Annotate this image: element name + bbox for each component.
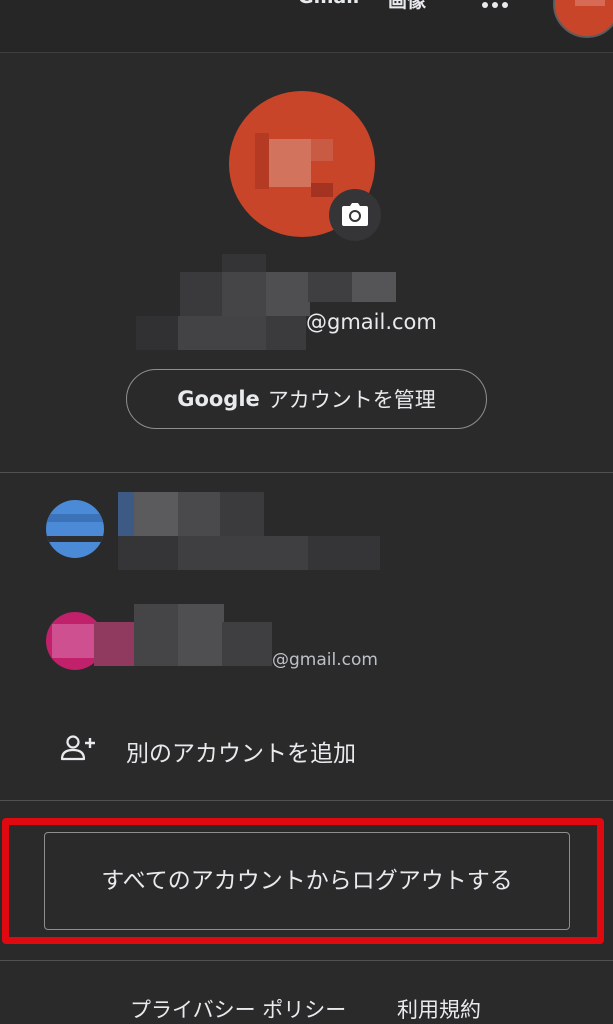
gmail-link[interactable]: Gmail [298,0,359,8]
images-link[interactable]: 画像 [388,0,426,13]
privacy-policy-link[interactable]: プライバシー ポリシー [130,994,346,1024]
profile-email: @gmail.com [306,310,437,334]
apps-grid-icon[interactable] [478,0,518,14]
manage-account-button[interactable]: Google アカウントを管理 [126,369,487,429]
person-add-icon [60,735,95,761]
logout-all-button[interactable]: すべてのアカウントからログアウトする [44,832,570,930]
add-account-label: 別のアカウントを追加 [126,741,356,767]
profile-avatar-area [229,91,381,241]
change-photo-button[interactable] [329,189,381,241]
camera-icon [342,203,368,226]
account-avatar-1 [46,500,104,558]
account-email-2: @gmail.com [272,650,378,670]
divider [0,800,613,801]
divider [0,472,613,473]
terms-link[interactable]: 利用規約 [397,994,481,1024]
google-brand-label: Google [177,387,260,411]
top-account-avatar[interactable] [553,0,613,38]
top-bar: Gmail 画像 [0,0,613,53]
add-account-item[interactable]: 別のアカウントを追加 [0,712,613,784]
divider [0,960,613,961]
logout-all-label: すべてのアカウントからログアウトする [101,867,513,894]
manage-account-label: アカウントを管理 [267,388,436,412]
